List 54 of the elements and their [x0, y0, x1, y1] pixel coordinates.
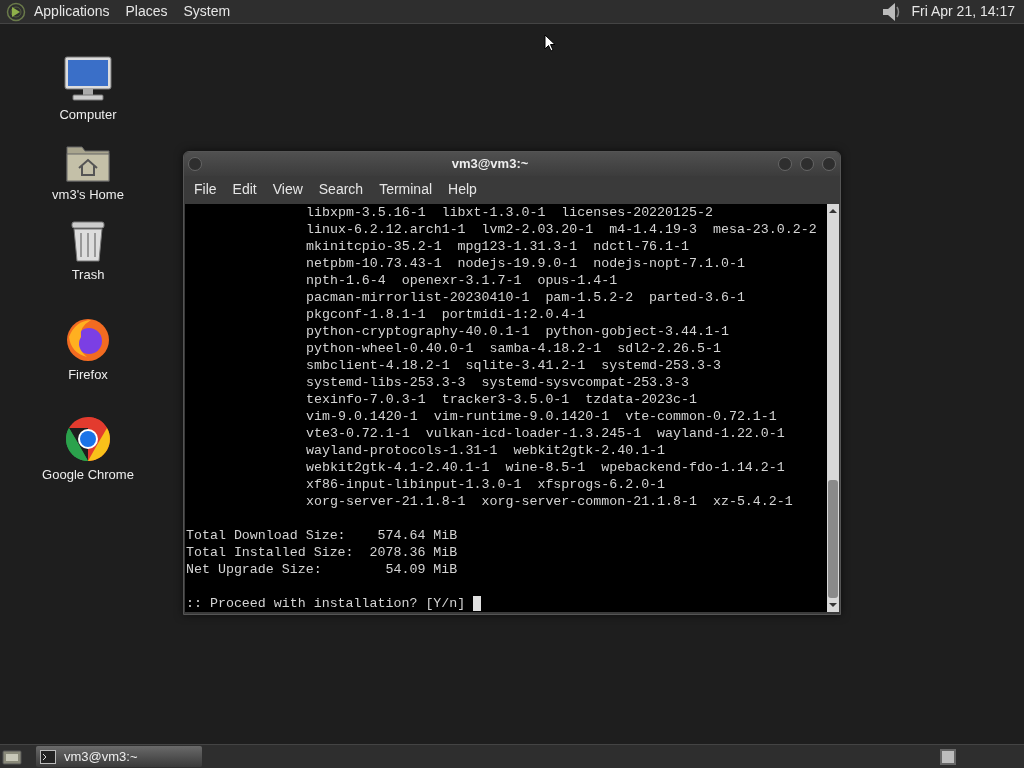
terminal-line: netpbm-10.73.43-1 nodejs-19.9.0-1 nodejs-nopt-7.1.0-1: [306, 256, 745, 271]
terminal-line: pacman-mirrorlist-20230410-1 pam-1.5.2-2 parted-3.6-1: [306, 290, 745, 305]
monitor-icon[interactable]: [63, 54, 113, 103]
terminal-line: webkit2gtk-4.1-2.40.1-1 wine-8.5-1 wpebackend-fdo-1.14.2-1: [306, 460, 785, 475]
menu-item[interactable]: Terminal: [373, 178, 439, 200]
browser-icon[interactable]: [65, 316, 111, 363]
terminal-line: vte3-0.72.1-1 vulkan-icd-loader-1.3.245-1 wayland-1.22.0-1: [306, 426, 785, 441]
terminal-line: xf86-input-libinput-1.3.0-1 xfsprogs-6.2.0-1: [306, 477, 666, 492]
menu-item[interactable]: Help: [442, 178, 483, 200]
terminal-line: vim-9.0.1420-1 vim-runtime-9.0.1420-1 vte-common-0.72.1-1: [306, 409, 777, 424]
browser-icon[interactable]: [64, 414, 112, 463]
terminal-prompt: :: Proceed with installation? [Y/n]: [186, 595, 467, 612]
terminal-line: xorg-server-21.1.8-1 xorg-server-common-21.1.8-1 xz-5.4.2-1: [306, 494, 793, 509]
scrollbar-thumb[interactable]: [828, 480, 838, 598]
terminal-line: Total Download Size: 574.64 MiB: [186, 528, 458, 543]
scrollbar[interactable]: [827, 204, 839, 612]
terminal-line: npth-1.6-4 openexr-3.1.7-1 opus-1.4-1: [306, 273, 618, 288]
mouse-pointer-icon: [544, 34, 556, 52]
trash-icon[interactable]: [69, 218, 107, 263]
workspace-switcher[interactable]: [940, 748, 956, 765]
panel-menu[interactable]: Applications: [34, 1, 110, 22]
menu-item[interactable]: Search: [312, 178, 370, 200]
terminal-line: python-cryptography-40.0.1-1 python-gobject-3.44.1-1: [306, 324, 729, 339]
panel-menu[interactable]: Places: [125, 1, 168, 22]
terminal-line: linux-6.2.12.arch1-1 lvm2-2.03.20-1 m4-1.4.19-3 mesa-23.0.2-2: [306, 222, 817, 237]
window-title: vm3@vm3:~: [450, 155, 530, 174]
terminal-line: libxpm-3.5.16-1 libxt-1.3.0-1 licenses-20220125-2: [306, 205, 713, 220]
desktop-icon-label[interactable]: Trash: [71, 264, 105, 284]
menu-item[interactable]: Edit: [226, 178, 263, 200]
terminal-line: pkgconf-1.8.1-1 portmidi-1:2.0.4-1: [306, 307, 586, 322]
scroll-down-icon[interactable]: [828, 600, 838, 610]
scroll-up-icon[interactable]: [828, 206, 838, 216]
terminal-line: systemd-libs-253.3-3 systemd-sysvcompat-253.3-3: [306, 375, 689, 390]
taskbar-button[interactable]: vm3@vm3:~: [36, 746, 202, 767]
panel-menu[interactable]: System: [183, 1, 231, 22]
show-desktop-icon[interactable]: [2, 747, 22, 766]
desktop-icon-label[interactable]: Computer: [59, 104, 117, 124]
menu-item[interactable]: File: [188, 178, 223, 200]
terminal-line: wayland-protocols-1.31-1 webkit2gtk-2.40.1-1: [306, 443, 666, 458]
text-cursor: [473, 596, 482, 611]
desktop-icon-label[interactable]: Firefox: [68, 364, 108, 384]
terminal-line: Net Upgrade Size: 54.09 MiB: [186, 562, 458, 577]
speaker-icon[interactable]: [881, 0, 902, 23]
desktop-icon-label[interactable]: Google Chrome: [42, 464, 134, 484]
menu-item[interactable]: View: [266, 178, 309, 200]
clock[interactable]: Fri Apr 21, 14:17: [911, 1, 1015, 22]
terminal-line: Total Installed Size: 2078.36 MiB: [186, 545, 458, 560]
logo-icon[interactable]: [6, 1, 26, 22]
desktop-icon-label[interactable]: vm3's Home: [52, 184, 124, 204]
terminal-icon: [40, 749, 56, 764]
terminal-line: mkinitcpio-35.2-1 mpg123-1.31.3-1 ndctl-76.1-1: [306, 239, 689, 254]
terminal-line: python-wheel-0.40.0-1 samba-4.18.2-1 sdl2-2.26.5-1: [306, 341, 721, 356]
terminal-line: texinfo-7.0.3-1 tracker3-3.5.0-1 tzdata-2023c-1: [306, 392, 697, 407]
terminal-line: smbclient-4.18.2-1 sqlite-3.41.2-1 systemd-253.3-3: [306, 358, 721, 373]
